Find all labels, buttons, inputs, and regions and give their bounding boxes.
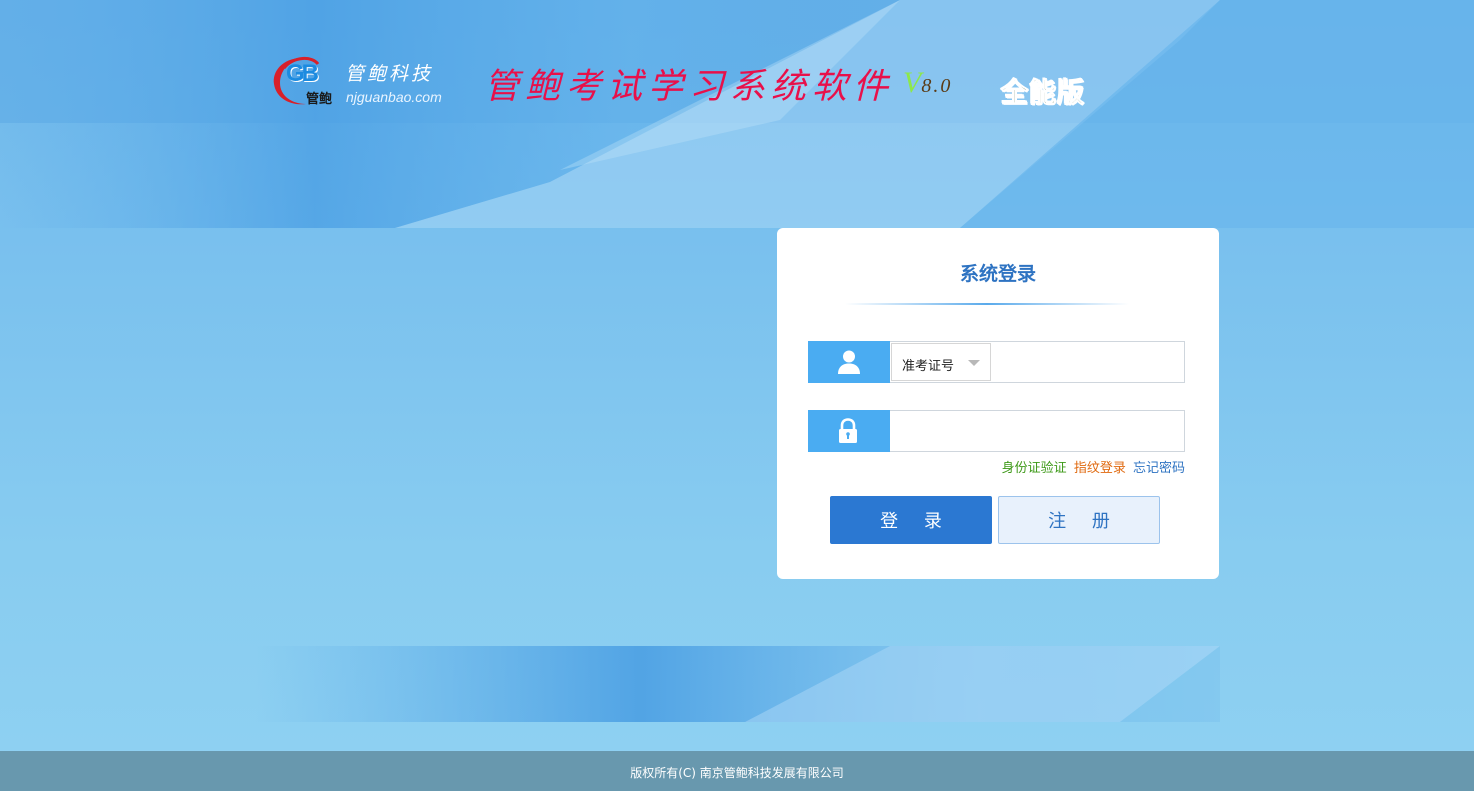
- background-decoration: [0, 0, 1474, 751]
- id-type-selected: 准考证号: [902, 359, 955, 374]
- username-field: 准考证号: [808, 341, 1185, 383]
- footer: 版权所有(C) 南京管鲍科技发展有限公司: [0, 751, 1474, 791]
- login-options: 身份证验证 指纹登录 忘记密码: [999, 457, 1185, 476]
- username-icon-box: [808, 341, 890, 383]
- lock-icon: [839, 418, 857, 443]
- password-input[interactable]: [891, 412, 1183, 450]
- register-button[interactable]: 注 册: [998, 496, 1160, 544]
- user-icon: [838, 350, 860, 374]
- logo-mark-text: GB: [286, 60, 319, 87]
- fingerprint-login-link[interactable]: 指纹登录: [1074, 461, 1126, 476]
- password-field: [808, 410, 1185, 452]
- logo-mark-chinese: 管鲍: [306, 92, 333, 107]
- username-input[interactable]: [993, 343, 1183, 381]
- login-title: 系统登录: [959, 263, 1036, 285]
- chevron-down-icon: [968, 360, 980, 366]
- version-letter: V: [903, 66, 922, 99]
- title-divider: [845, 303, 1129, 305]
- company-name: 管鲍科技: [345, 63, 434, 85]
- password-icon-box: [808, 410, 890, 452]
- login-panel: 系统登录 准考证号 身份证验证 指纹登录 忘记密码 登 录 注 册: [777, 228, 1219, 579]
- company-logo: GB 管鲍 管鲍科技 njguanbao.com: [272, 52, 447, 110]
- company-website: njguanbao.com: [346, 89, 442, 105]
- forgot-password-link[interactable]: 忘记密码: [1133, 461, 1185, 476]
- app-edition: 全能版: [1001, 78, 1085, 110]
- id-verify-link[interactable]: 身份证验证: [1002, 461, 1067, 476]
- version-number: 8.0: [921, 75, 953, 97]
- id-type-select[interactable]: 准考证号: [891, 343, 991, 381]
- login-button[interactable]: 登 录: [830, 496, 992, 544]
- copyright-text: 版权所有(C) 南京管鲍科技发展有限公司: [630, 766, 844, 780]
- app-title: 管鲍考试学习系统软件: [484, 67, 895, 107]
- app-version: V8.0: [903, 66, 952, 100]
